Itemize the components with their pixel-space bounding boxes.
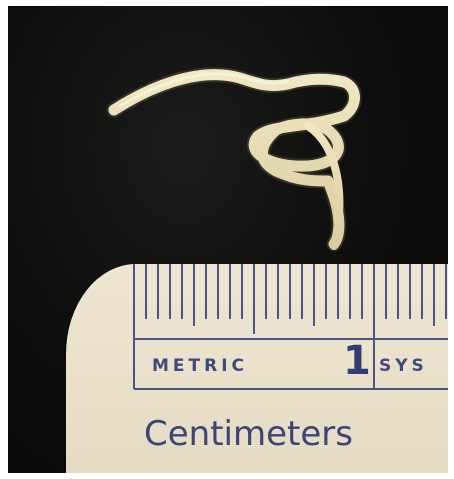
measurement-ruler: METRIC 1 SYS Centimeters xyxy=(66,264,448,473)
worm-body xyxy=(108,69,360,250)
system-label: SYS xyxy=(379,356,428,376)
centimeter-numeral: 1 xyxy=(343,338,371,384)
units-label: Centimeters xyxy=(144,414,353,454)
metric-label: METRIC xyxy=(152,356,249,376)
specimen-photo: METRIC 1 SYS Centimeters xyxy=(8,6,448,473)
